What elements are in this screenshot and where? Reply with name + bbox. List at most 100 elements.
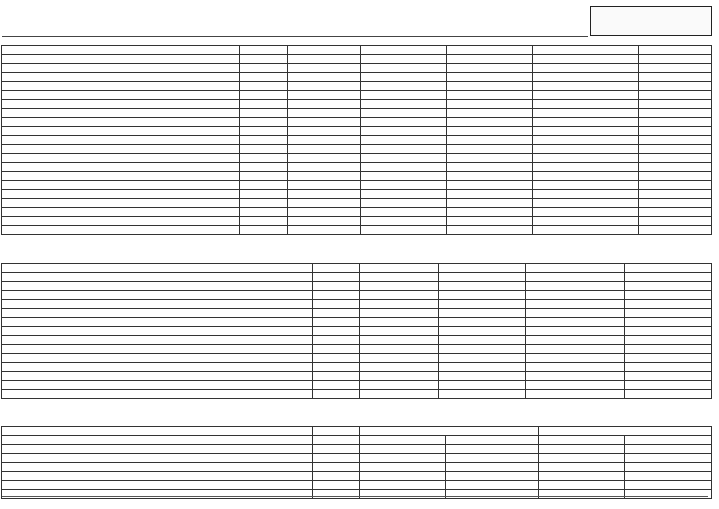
lower-column-header bbox=[1, 435, 313, 445]
upper-cell bbox=[638, 153, 712, 163]
upper-cell bbox=[532, 72, 639, 82]
middle-table bbox=[1, 263, 712, 399]
upper-cell bbox=[638, 63, 712, 73]
middle-row bbox=[1, 362, 712, 372]
middle-cell bbox=[438, 335, 526, 345]
middle-cell bbox=[359, 362, 439, 372]
upper-cell bbox=[532, 225, 639, 235]
middle-cell bbox=[438, 326, 526, 336]
lower-cell bbox=[1, 462, 313, 472]
middle-cell bbox=[312, 362, 360, 372]
middle-cell bbox=[525, 353, 625, 363]
upper-cell bbox=[446, 216, 533, 226]
middle-cell bbox=[359, 281, 439, 291]
lower-cell bbox=[445, 453, 539, 463]
upper-cell bbox=[360, 144, 447, 154]
upper-cell bbox=[360, 207, 447, 217]
upper-cell bbox=[638, 126, 712, 136]
upper-cell bbox=[638, 72, 712, 82]
upper-cell bbox=[1, 189, 240, 199]
lower-row bbox=[1, 471, 712, 481]
upper-cell bbox=[239, 117, 288, 127]
upper-cell bbox=[1, 126, 240, 136]
middle-cell bbox=[1, 272, 313, 282]
middle-cell bbox=[525, 290, 625, 300]
upper-cell bbox=[638, 171, 712, 181]
lower-cell bbox=[538, 480, 625, 490]
upper-cell bbox=[638, 135, 712, 145]
upper-cell bbox=[446, 126, 533, 136]
upper-row bbox=[1, 126, 712, 136]
upper-cell bbox=[638, 108, 712, 118]
middle-cell bbox=[438, 272, 526, 282]
upper-cell bbox=[239, 54, 288, 64]
upper-cell bbox=[239, 108, 288, 118]
middle-row bbox=[1, 335, 712, 345]
middle-cell bbox=[438, 362, 526, 372]
title-block bbox=[590, 6, 712, 36]
lower-cell bbox=[312, 453, 360, 463]
lower-cell bbox=[538, 462, 625, 472]
upper-cell bbox=[532, 144, 639, 154]
middle-cell bbox=[525, 281, 625, 291]
upper-cell bbox=[638, 81, 712, 91]
upper-cell bbox=[360, 117, 447, 127]
upper-cell bbox=[638, 54, 712, 64]
middle-cell bbox=[312, 317, 360, 327]
lower-cell bbox=[312, 462, 360, 472]
upper-cell bbox=[360, 72, 447, 82]
middle-cell bbox=[359, 326, 439, 336]
upper-row bbox=[1, 162, 712, 172]
upper-cell bbox=[1, 63, 240, 73]
upper-cell bbox=[1, 198, 240, 208]
middle-cell bbox=[525, 272, 625, 282]
upper-table bbox=[1, 45, 712, 235]
upper-cell bbox=[287, 90, 361, 100]
upper-cell bbox=[532, 108, 639, 118]
upper-cell bbox=[446, 198, 533, 208]
upper-cell bbox=[360, 63, 447, 73]
upper-cell bbox=[360, 216, 447, 226]
lower-cell bbox=[312, 444, 360, 454]
upper-cell bbox=[446, 81, 533, 91]
lower-cell bbox=[445, 480, 539, 490]
middle-cell bbox=[359, 335, 439, 345]
upper-row bbox=[1, 63, 712, 73]
middle-row bbox=[1, 308, 712, 318]
middle-cell bbox=[624, 362, 712, 372]
upper-cell bbox=[1, 225, 240, 235]
upper-cell bbox=[1, 99, 240, 109]
upper-cell bbox=[360, 99, 447, 109]
lower-column-header bbox=[624, 435, 712, 445]
middle-cell bbox=[525, 380, 625, 390]
upper-cell bbox=[360, 90, 447, 100]
lower-column-header bbox=[312, 435, 360, 445]
upper-cell bbox=[446, 225, 533, 235]
middle-cell bbox=[525, 362, 625, 372]
lower-cell bbox=[445, 462, 539, 472]
upper-column-header bbox=[360, 45, 447, 55]
lower-group-header bbox=[312, 426, 360, 436]
middle-cell bbox=[312, 290, 360, 300]
upper-cell bbox=[446, 108, 533, 118]
middle-cell bbox=[359, 290, 439, 300]
upper-cell bbox=[1, 180, 240, 190]
middle-cell bbox=[1, 344, 313, 354]
upper-cell bbox=[638, 225, 712, 235]
upper-cell bbox=[287, 63, 361, 73]
upper-cell bbox=[1, 144, 240, 154]
upper-cell bbox=[287, 108, 361, 118]
upper-cell bbox=[287, 81, 361, 91]
upper-cell bbox=[360, 108, 447, 118]
upper-row bbox=[1, 171, 712, 181]
middle-cell bbox=[525, 389, 625, 399]
upper-cell bbox=[446, 54, 533, 64]
upper-cell bbox=[360, 225, 447, 235]
middle-cell bbox=[359, 272, 439, 282]
middle-cell bbox=[438, 371, 526, 381]
upper-cell bbox=[360, 171, 447, 181]
middle-cell bbox=[624, 317, 712, 327]
upper-cell bbox=[1, 162, 240, 172]
middle-row bbox=[1, 281, 712, 291]
lower-column-header bbox=[359, 435, 446, 445]
